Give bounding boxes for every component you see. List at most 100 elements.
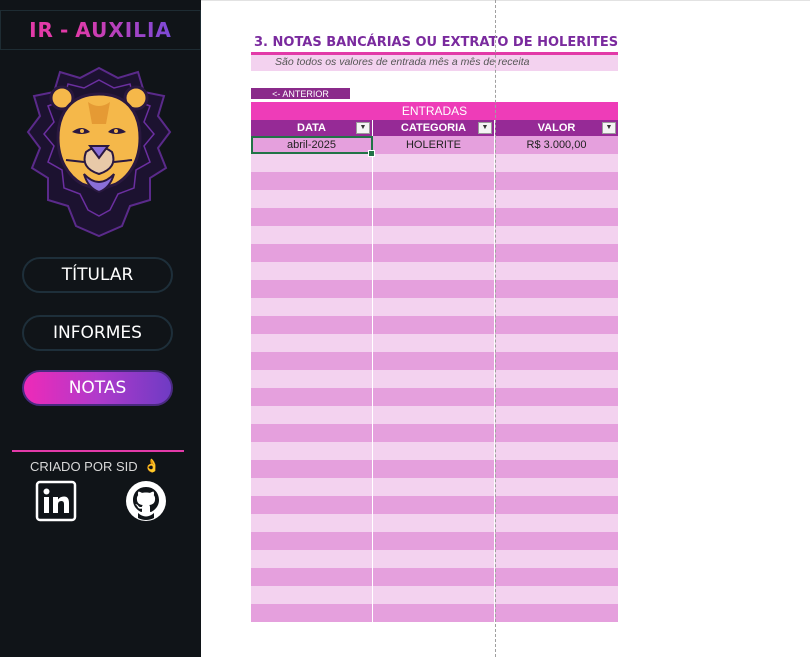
table-row [251,154,618,172]
cell-categoria[interactable] [373,550,495,568]
filter-dropdown-icon[interactable]: ▼ [478,122,492,134]
cell-categoria[interactable] [373,460,495,478]
cell-valor[interactable] [495,424,618,442]
cell-categoria[interactable] [373,514,495,532]
cell-categoria[interactable] [373,190,495,208]
lion-logo-icon [26,66,172,238]
cell-data[interactable] [251,604,373,622]
cell-categoria[interactable] [373,226,495,244]
cell-valor[interactable] [495,352,618,370]
cell-categoria[interactable] [373,262,495,280]
cell-data[interactable] [251,244,373,262]
cell-categoria[interactable] [373,352,495,370]
cell-valor[interactable] [495,334,618,352]
cell-data[interactable] [251,262,373,280]
cell-valor[interactable] [495,298,618,316]
cell-valor[interactable] [495,514,618,532]
cell-valor[interactable] [495,262,618,280]
cell-valor[interactable] [495,604,618,622]
cell-categoria[interactable] [373,280,495,298]
cell-data[interactable] [251,280,373,298]
nav-button-notas[interactable]: NOTAS [22,370,173,406]
cell-categoria[interactable] [373,388,495,406]
table-row [251,190,618,208]
cell-valor[interactable] [495,226,618,244]
github-icon[interactable] [125,480,167,522]
nav-button-titular[interactable]: TÍTULAR [22,257,173,293]
cell-data[interactable] [251,568,373,586]
filter-dropdown-icon[interactable]: ▼ [602,122,616,134]
nav-label-notas: NOTAS [68,378,127,398]
table-row: abril-2025 HOLERITE R$ 3.000,00 [251,136,618,157]
cell-categoria[interactable] [373,496,495,514]
cell-valor[interactable] [495,568,618,586]
cell-categoria[interactable] [373,208,495,226]
cell-data[interactable] [251,388,373,406]
cell-data[interactable] [251,172,373,190]
cell-categoria[interactable] [373,532,495,550]
cell-valor[interactable] [495,208,618,226]
cell-data[interactable]: abril-2025 [251,136,375,157]
cell-valor[interactable] [495,496,618,514]
cell-valor[interactable] [495,154,618,172]
cell-data[interactable] [251,532,373,550]
linkedin-icon[interactable] [35,480,77,522]
cell-valor[interactable]: R$ 3.000,00 [495,136,618,154]
cell-data[interactable] [251,496,373,514]
cell-categoria[interactable] [373,604,495,622]
cell-valor[interactable] [495,406,618,424]
cell-valor[interactable] [495,550,618,568]
cell-data[interactable] [251,478,373,496]
column-header-categoria: CATEGORIA ▼ [373,120,495,136]
cell-valor[interactable] [495,478,618,496]
cell-data[interactable] [251,190,373,208]
previous-button[interactable]: <- ANTERIOR [251,88,350,99]
cell-valor[interactable] [495,190,618,208]
cell-categoria[interactable] [373,244,495,262]
cell-data[interactable] [251,424,373,442]
cell-data[interactable] [251,298,373,316]
table-row [251,604,618,622]
cell-categoria[interactable] [373,568,495,586]
cell-valor[interactable] [495,280,618,298]
cell-data[interactable] [251,460,373,478]
cell-data[interactable] [251,514,373,532]
cell-valor[interactable] [495,370,618,388]
cell-valor[interactable] [495,244,618,262]
cell-categoria[interactable] [373,478,495,496]
cell-categoria[interactable] [373,442,495,460]
cell-valor[interactable] [495,388,618,406]
cell-categoria[interactable] [373,424,495,442]
cell-valor[interactable] [495,172,618,190]
cell-valor[interactable] [495,442,618,460]
cell-data[interactable] [251,226,373,244]
nav-button-informes[interactable]: INFORMES [22,315,173,351]
cell-data[interactable] [251,406,373,424]
credit-divider [12,450,184,452]
cell-categoria[interactable] [373,316,495,334]
cell-categoria[interactable] [373,298,495,316]
cell-data[interactable] [251,370,373,388]
cell-data[interactable] [251,442,373,460]
cell-valor[interactable] [495,460,618,478]
cell-data[interactable] [251,550,373,568]
cell-categoria[interactable] [373,154,495,172]
filter-dropdown-icon[interactable]: ▼ [356,122,370,134]
cell-data[interactable] [251,208,373,226]
cell-valor[interactable] [495,532,618,550]
cell-categoria[interactable] [373,370,495,388]
cell-categoria[interactable]: HOLERITE [373,136,495,154]
cell-data[interactable] [251,154,373,172]
cell-data[interactable] [251,316,373,334]
cell-data[interactable] [251,334,373,352]
cell-categoria[interactable] [373,334,495,352]
cell-valor[interactable] [495,586,618,604]
cell-data[interactable] [251,352,373,370]
table-row [251,298,618,316]
cell-valor[interactable] [495,316,618,334]
cell-categoria[interactable] [373,406,495,424]
cell-data[interactable] [251,586,373,604]
table-header-row: DATA ▼ CATEGORIA ▼ VALOR ▼ [251,120,618,136]
cell-categoria[interactable] [373,586,495,604]
cell-categoria[interactable] [373,172,495,190]
